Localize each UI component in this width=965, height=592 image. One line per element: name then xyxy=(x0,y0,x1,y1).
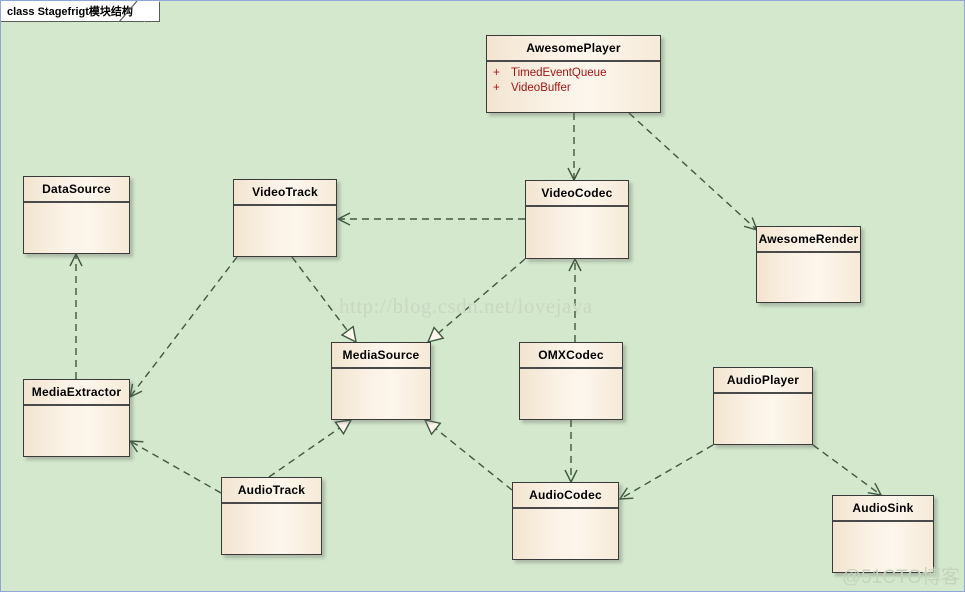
class-name-label: AudioTrack xyxy=(222,478,321,504)
link-awesomeplayer-to-videocodec xyxy=(567,113,581,182)
link-omxcodec-to-videocodec xyxy=(568,257,582,342)
link-mediaextractor-to-datasource xyxy=(69,252,83,379)
arrowhead-dependency xyxy=(69,252,83,267)
class-members-list xyxy=(24,406,129,414)
class-box-awesomerender[interactable]: AwesomeRender xyxy=(756,226,861,303)
class-member-row: + TimedEventQueue xyxy=(493,66,654,81)
class-members-list xyxy=(833,522,933,530)
member-name: TimedEventQueue xyxy=(511,67,607,79)
arrowhead-dependency xyxy=(336,212,351,226)
class-box-datasource[interactable]: DataSource xyxy=(23,176,130,254)
class-name-label: AudioSink xyxy=(833,496,933,522)
class-members-list xyxy=(513,509,618,517)
link-videocodec-to-videotrack xyxy=(336,212,525,226)
link-audioplayer-to-audiocodec xyxy=(618,444,714,500)
link-omxcodec-to-audiocodec xyxy=(564,420,578,484)
class-box-omxcodec[interactable]: OMXCodec xyxy=(519,342,623,420)
class-members-list: + TimedEventQueue + VideoBuffer xyxy=(487,62,660,100)
class-box-mediaextractor[interactable]: MediaExtractor xyxy=(23,379,130,457)
uml-diagram-canvas: AwesomePlayer + TimedEventQueue + VideoBuffe… xyxy=(0,0,965,592)
arrowhead-dependency xyxy=(567,167,581,182)
member-name: VideoBuffer xyxy=(511,82,571,94)
link-awesomeplayer-to-awesomerender xyxy=(628,112,759,232)
class-members-list xyxy=(332,369,430,377)
link-videotrack-to-mediaextractor xyxy=(129,256,238,399)
arrowhead-dependency xyxy=(564,469,578,484)
class-box-awesomeplayer[interactable]: AwesomePlayer + TimedEventQueue + VideoBuffe… xyxy=(486,35,661,113)
class-name-label: AudioCodec xyxy=(513,483,618,509)
link-audioplayer-to-audiosink xyxy=(812,444,883,496)
class-name-label: DataSource xyxy=(24,177,129,203)
class-members-list xyxy=(234,206,336,214)
class-members-list xyxy=(757,253,860,261)
class-box-audiocodec[interactable]: AudioCodec xyxy=(512,482,619,560)
class-members-list xyxy=(526,207,628,215)
link-audiotrack-to-mediasource xyxy=(268,419,353,478)
class-box-audiotrack[interactable]: AudioTrack xyxy=(221,477,322,555)
class-name-label: AwesomeRender xyxy=(757,227,860,253)
class-box-videocodec[interactable]: VideoCodec xyxy=(525,180,629,259)
class-box-videotrack[interactable]: VideoTrack xyxy=(233,179,337,257)
class-name-label: VideoCodec xyxy=(526,181,628,207)
link-videotrack-to-mediasource xyxy=(291,256,357,344)
class-name-label: MediaExtractor xyxy=(24,380,129,406)
class-members-list xyxy=(714,394,812,402)
watermark-center-text: http://blog.csdn.net/lovejava xyxy=(339,294,593,318)
class-members-list xyxy=(222,504,321,512)
class-name-label: AwesomePlayer xyxy=(487,36,660,62)
link-audiotrack-to-mediaextractor xyxy=(128,440,222,494)
class-name-label: AudioPlayer xyxy=(714,368,812,394)
class-name-label: OMXCodec xyxy=(520,343,622,369)
class-box-audiosink[interactable]: AudioSink xyxy=(832,495,934,573)
class-member-row: + VideoBuffer xyxy=(493,81,654,96)
link-audiocodec-to-mediasource xyxy=(423,419,513,491)
class-name-label: VideoTrack xyxy=(234,180,336,206)
class-box-mediasource[interactable]: MediaSource xyxy=(331,342,431,420)
diagram-title-tab[interactable]: class Stagefrigt模块结构 xyxy=(1,1,160,22)
class-name-label: MediaSource xyxy=(332,343,430,369)
class-members-list xyxy=(24,203,129,211)
arrowhead-dependency xyxy=(568,257,582,272)
class-box-audioplayer[interactable]: AudioPlayer xyxy=(713,367,813,445)
class-members-list xyxy=(520,369,622,377)
diagram-title-label: class Stagefrigt模块结构 xyxy=(7,6,133,18)
member-visibility: + xyxy=(493,67,500,79)
link-videocodec-to-mediasource xyxy=(426,258,526,344)
member-visibility: + xyxy=(493,82,500,94)
arrowhead-dependency xyxy=(618,487,634,500)
